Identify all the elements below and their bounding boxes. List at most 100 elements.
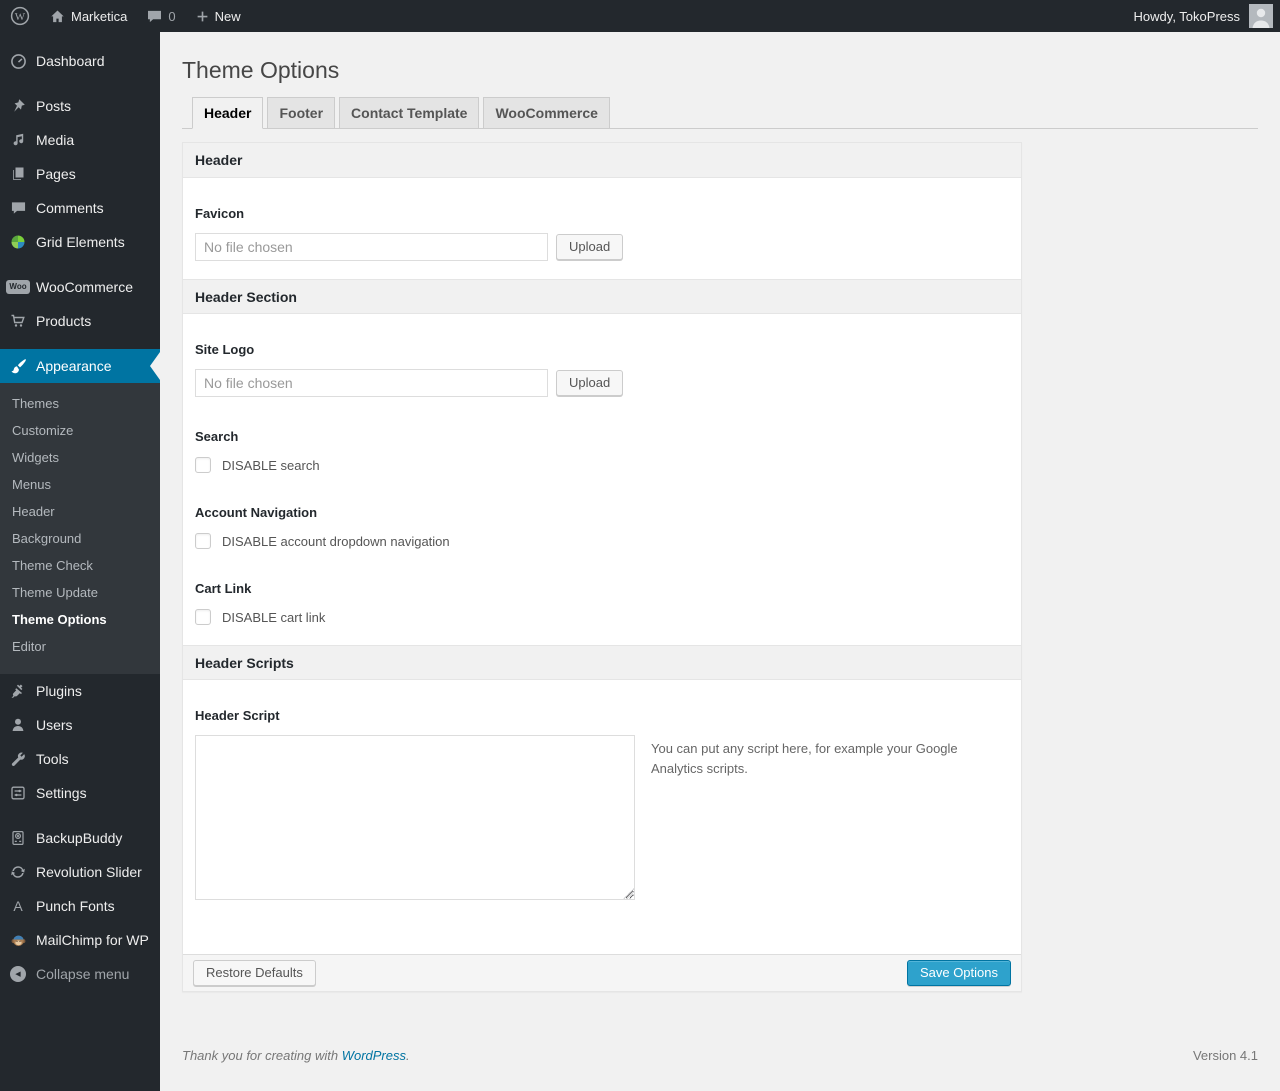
svg-text:W: W xyxy=(15,11,26,23)
tab-footer[interactable]: Footer xyxy=(267,97,336,129)
menu-separator xyxy=(0,810,160,821)
site-name-link[interactable]: Marketica xyxy=(40,0,137,32)
sidebar-item-plugins[interactable]: Plugins xyxy=(0,674,160,708)
plus-icon xyxy=(197,11,207,21)
avatar xyxy=(1249,4,1273,28)
sidebar-item-posts[interactable]: Posts xyxy=(0,89,160,123)
current-menu-arrow xyxy=(150,352,160,380)
menu-separator xyxy=(0,259,160,270)
admin-bar: W Marketica 0 New Howdy, TokoPress xyxy=(0,0,1280,32)
woocommerce-icon: Woo xyxy=(6,277,30,297)
comments-shortcut[interactable]: 0 xyxy=(137,0,185,32)
sidebar-item-punch-fonts[interactable]: A Punch Fonts xyxy=(0,889,160,923)
disable-account-nav-label: DISABLE account dropdown navigation xyxy=(222,533,450,549)
sidebar-item-comments[interactable]: Comments xyxy=(0,191,160,225)
brush-icon xyxy=(8,356,28,376)
sidebar-item-revolution-slider[interactable]: Revolution Slider xyxy=(0,855,160,889)
disable-cart-link-checkbox[interactable] xyxy=(195,609,211,625)
mailchimp-monkey-icon xyxy=(8,930,28,950)
site-logo-file-input[interactable] xyxy=(195,369,548,397)
footer-version-text: Version 4.1 xyxy=(1192,1048,1258,1063)
sidebar-item-collapse-menu[interactable]: ◀ Collapse menu xyxy=(0,957,160,991)
sidebar-item-media[interactable]: Media xyxy=(0,123,160,157)
grid-elements-icon xyxy=(8,232,28,252)
disable-search-checkbox[interactable] xyxy=(195,457,211,473)
account-menu[interactable]: Howdy, TokoPress xyxy=(1134,0,1280,32)
restore-defaults-button[interactable]: Restore Defaults xyxy=(193,960,316,986)
submenu-item-themes[interactable]: Themes xyxy=(0,390,160,417)
home-icon xyxy=(51,10,64,22)
submenu-item-customize[interactable]: Customize xyxy=(0,417,160,444)
submenu-item-widgets[interactable]: Widgets xyxy=(0,444,160,471)
disable-search-label: DISABLE search xyxy=(222,457,320,473)
tab-header[interactable]: Header xyxy=(192,97,264,129)
header-script-label: Header Script xyxy=(195,708,280,723)
admin-sidebar: Dashboard Posts Media Pages Comments Gri… xyxy=(0,32,160,1091)
search-label: Search xyxy=(195,429,239,444)
comments-count: 0 xyxy=(168,8,176,24)
cart-link-label: Cart Link xyxy=(195,581,252,596)
header-script-textarea[interactable] xyxy=(195,735,635,900)
submenu-item-theme-options[interactable]: Theme Options xyxy=(0,606,160,633)
sidebar-item-grid-elements[interactable]: Grid Elements xyxy=(0,225,160,259)
sidebar-item-pages[interactable]: Pages xyxy=(0,157,160,191)
section-body-header: Favicon Upload xyxy=(183,178,1021,279)
site-logo-label: Site Logo xyxy=(195,342,255,357)
submenu-item-theme-check[interactable]: Theme Check xyxy=(0,552,160,579)
admin-bar-left: W Marketica 0 New xyxy=(0,0,251,32)
main-content: Theme Options Header Footer Contact Templa… xyxy=(160,32,1280,1091)
sidebar-item-mailchimp[interactable]: MailChimp for WP xyxy=(0,923,160,957)
comments-icon xyxy=(8,198,28,218)
favicon-upload-button[interactable]: Upload xyxy=(556,234,624,260)
disable-search-row: DISABLE search xyxy=(195,457,1009,473)
sidebar-item-users[interactable]: Users xyxy=(0,708,160,742)
theme-options-panel: Header Favicon Upload Header Section Sit… xyxy=(182,142,1022,992)
sidebar-item-settings[interactable]: Settings xyxy=(0,776,160,810)
sidebar-item-products[interactable]: Products xyxy=(0,304,160,338)
sidebar-item-dashboard[interactable]: Dashboard xyxy=(0,44,160,78)
disable-cart-link-row: DISABLE cart link xyxy=(195,609,1009,625)
site-name-label: Marketica xyxy=(71,8,128,24)
backup-drive-icon xyxy=(8,828,28,848)
submenu-item-background[interactable]: Background xyxy=(0,525,160,552)
user-icon xyxy=(8,715,28,735)
refresh-arrows-icon xyxy=(8,862,28,882)
disable-cart-link-label: DISABLE cart link xyxy=(222,609,326,625)
submenu-item-editor[interactable]: Editor xyxy=(0,633,160,660)
submenu-item-theme-update[interactable]: Theme Update xyxy=(0,579,160,606)
wordpress-logo-menu[interactable]: W xyxy=(0,0,40,32)
submenu-item-menus[interactable]: Menus xyxy=(0,471,160,498)
disable-account-nav-checkbox[interactable] xyxy=(195,533,211,549)
sidebar-item-backupbuddy[interactable]: BackupBuddy xyxy=(0,821,160,855)
sliders-icon xyxy=(8,783,28,803)
media-icon xyxy=(8,130,28,150)
page-footer: Thank you for creating with WordPress. V… xyxy=(182,1048,1258,1063)
sidebar-item-woocommerce[interactable]: Woo WooCommerce xyxy=(0,270,160,304)
plug-icon xyxy=(8,681,28,701)
favicon-label: Favicon xyxy=(195,206,245,221)
wrench-icon xyxy=(8,749,28,769)
favicon-file-input[interactable] xyxy=(195,233,548,261)
letter-a-icon: A xyxy=(13,898,23,914)
section-header-section: Header Section xyxy=(183,279,1021,314)
site-logo-upload-button[interactable]: Upload xyxy=(556,370,624,396)
wordpress-link[interactable]: WordPress xyxy=(342,1048,406,1063)
tab-woocommerce[interactable]: WooCommerce xyxy=(483,97,610,129)
new-label: New xyxy=(214,8,241,24)
section-body-header-section: Site Logo Upload Search DISABLE search A… xyxy=(183,314,1021,645)
section-body-header-scripts: Header Script You can put any script her… xyxy=(183,680,1021,954)
sidebar-item-appearance[interactable]: Appearance xyxy=(0,349,160,383)
section-header-scripts: Header Scripts xyxy=(183,645,1021,680)
save-options-button[interactable]: Save Options xyxy=(906,960,1011,986)
header-script-help-text: You can put any script here, for example… xyxy=(651,741,958,777)
menu-separator xyxy=(0,78,160,89)
tab-contact-template[interactable]: Contact Template xyxy=(339,97,480,129)
sidebar-item-tools[interactable]: Tools xyxy=(0,742,160,776)
new-content-menu[interactable]: New xyxy=(186,0,251,32)
panel-footer: Restore Defaults Save Options xyxy=(183,954,1021,991)
appearance-submenu: Themes Customize Widgets Menus Header Ba… xyxy=(0,383,160,674)
wordpress-logo-icon: W xyxy=(10,6,30,26)
account-navigation-label: Account Navigation xyxy=(195,505,318,520)
howdy-text: Howdy, TokoPress xyxy=(1133,8,1240,24)
submenu-item-header[interactable]: Header xyxy=(0,498,160,525)
